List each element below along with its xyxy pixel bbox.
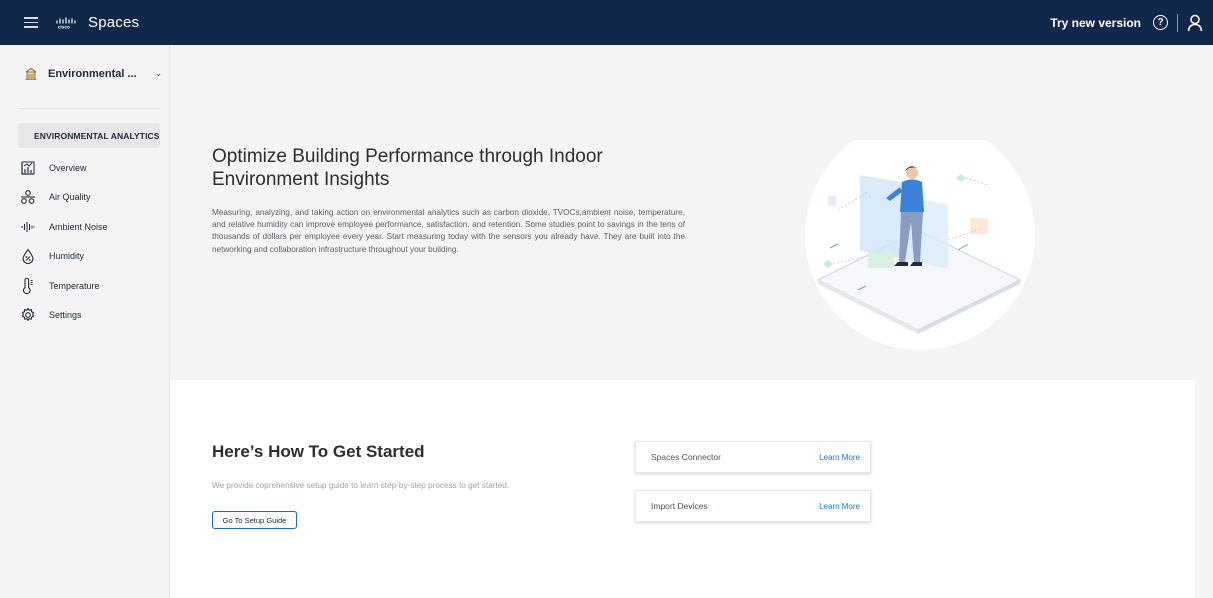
sidebar-divider (18, 108, 160, 109)
sidebar-item-label: Settings (49, 310, 82, 321)
sidebar-item-humidity[interactable]: Humidity (20, 242, 108, 272)
cisco-wordmark: cisco (58, 24, 70, 29)
sidebar-item-temperature[interactable]: Temperature (20, 271, 108, 301)
thermometer-icon (20, 277, 36, 294)
learn-more-link[interactable]: Learn More (819, 453, 860, 462)
help-icon[interactable]: ? (1153, 15, 1168, 30)
card-title: Spaces Connector (651, 452, 721, 462)
get-started-description: We provide coprehensive setup guide to l… (212, 481, 510, 490)
overview-chart-icon (20, 160, 36, 176)
hero-illustration (805, 140, 1035, 350)
hero-title: Optimize Building Performance through In… (212, 146, 603, 190)
hero-description: Measuring, analyzing, and taking action … (212, 208, 685, 254)
page-margin (1195, 380, 1213, 598)
ambient-noise-icon (20, 219, 36, 235)
sidebar-item-label: Air Quality (49, 192, 91, 203)
menu-icon[interactable] (24, 17, 38, 28)
sidebar-item-label: Overview (49, 162, 87, 173)
sidebar-item-label: Temperature (49, 280, 100, 291)
sidebar-item-label: Humidity (49, 251, 85, 262)
app-name: Spaces (88, 14, 140, 31)
sidebar-item-overview[interactable]: Overview (20, 153, 108, 183)
sidebar-item-air-quality[interactable]: Air Quality (20, 183, 108, 213)
sidebar-nav: Overview Air Quality Ambient Noise Humid… (20, 153, 108, 330)
import-devices-card: Import Devices Learn More (635, 490, 871, 522)
cisco-logo: cisco (56, 16, 76, 29)
chevron-down-icon: ⌄ (154, 68, 163, 78)
get-started-title: Here’s How To Get Started (212, 442, 425, 461)
sidebar: Environmental ... ⌄ ENVIRONMENTAL ANALYT… (0, 45, 170, 598)
header-actions: Try new version ? (1050, 13, 1203, 32)
header-divider (1177, 13, 1178, 32)
building-icon (25, 67, 37, 80)
sidebar-item-settings[interactable]: Settings (20, 301, 108, 331)
try-new-version-link[interactable]: Try new version (1050, 16, 1141, 30)
setup-guide-button[interactable]: Go To Setup Guide (212, 511, 297, 529)
top-navigation-bar: cisco Spaces Try new version ? (0, 0, 1213, 45)
app-logo[interactable]: cisco Spaces (56, 14, 139, 31)
sidebar-item-ambient-noise[interactable]: Ambient Noise (20, 212, 108, 242)
spaces-connector-card: Spaces Connector Learn More (635, 441, 871, 473)
humidity-icon (20, 248, 36, 265)
air-quality-icon (20, 189, 36, 205)
hero-section: Optimize Building Performance through In… (170, 45, 1213, 380)
gear-icon (20, 307, 36, 323)
sidebar-item-label: Ambient Noise (49, 221, 108, 232)
card-title: Import Devices (651, 501, 708, 511)
user-icon[interactable] (1187, 14, 1203, 32)
learn-more-link[interactable]: Learn More (819, 502, 860, 511)
sidebar-section-header[interactable]: ENVIRONMENTAL ANALYTICS (18, 123, 160, 148)
space-selector[interactable]: Environmental ... ⌄ (24, 67, 162, 80)
get-started-section: Here’s How To Get Started We provide cop… (170, 380, 1195, 598)
space-selector-label: Environmental ... (48, 67, 137, 80)
